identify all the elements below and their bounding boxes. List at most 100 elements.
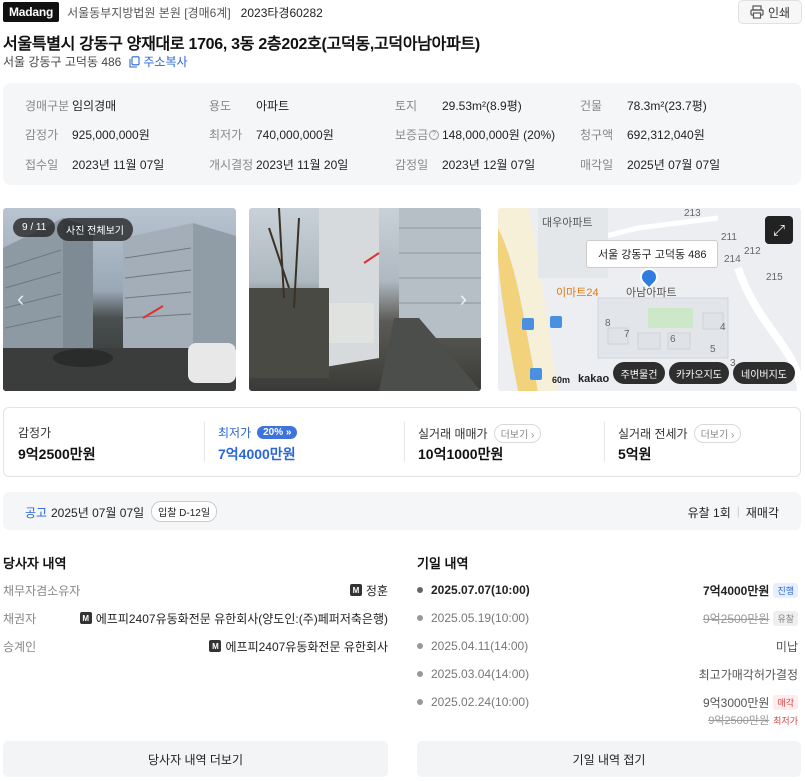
- info-label: 개시결정: [209, 158, 254, 172]
- map-label-6: 6: [670, 334, 676, 345]
- chevron-left-icon[interactable]: ‹: [17, 286, 24, 312]
- map-label-215: 215: [766, 272, 783, 283]
- info-started: 개시결정 2023년 11월 20일: [209, 156, 348, 173]
- help-icon[interactable]: ?: [429, 129, 440, 140]
- party-role: 채무자겸소유자: [3, 583, 81, 598]
- price-value: 10억1000만원: [418, 446, 504, 462]
- info-appraised: 감정일 2023년 12월 07일: [395, 156, 535, 173]
- map-label-213: 213: [684, 208, 701, 219]
- m-badge-icon: M: [209, 640, 222, 652]
- price-value: 7억4000만원: [218, 446, 296, 462]
- map-popup: 서울 강동구 고덕동 486: [586, 240, 719, 268]
- lease-more-button[interactable]: 더보기 ›: [693, 424, 742, 443]
- case-number: 2023타경60282: [240, 5, 323, 20]
- info-label: 접수일: [25, 158, 59, 172]
- dates-title: 기일 내역: [417, 556, 469, 571]
- info-land: 토지 29.53m²(8.9평): [395, 97, 522, 114]
- price-appraisal: 감정가 9억2500만원: [4, 408, 204, 476]
- parties-more-button[interactable]: 당사자 내역 더보기: [3, 741, 388, 777]
- chevron-right-icon[interactable]: ›: [460, 286, 467, 312]
- info-value: 78.3m²(23.7평): [627, 99, 707, 113]
- status-badge: 유찰: [773, 610, 798, 626]
- date-price: 최고가매각허가결정: [698, 667, 798, 682]
- date-price: 미납: [775, 639, 798, 654]
- chevron-right-icon: ›: [730, 430, 735, 441]
- info-value: 692,312,040원: [627, 128, 705, 142]
- info-label: 토지: [395, 99, 418, 113]
- map-scale-label: 60m: [552, 375, 571, 385]
- date-result: 9억3000만원 매각: [703, 694, 798, 711]
- date-sub-result: 9억2500만원 최저가: [708, 712, 798, 728]
- min-percent-text: 20%: [263, 427, 284, 438]
- map-poi-emart: 이마트24: [556, 287, 599, 299]
- info-value: 740,000,000원: [256, 128, 334, 142]
- short-address-row: 서울 강동구 고덕동 486 주소복사: [3, 53, 188, 70]
- kakao-map-button[interactable]: 카카오지도: [669, 362, 729, 384]
- print-button[interactable]: 인쇄: [738, 0, 802, 24]
- date-result: 미납: [776, 638, 798, 655]
- brand-logo[interactable]: Madang: [3, 2, 60, 22]
- bullet-icon: [417, 699, 423, 705]
- date-text: 2025.03.04(14:00): [431, 667, 530, 681]
- naver-map-button[interactable]: 네이버지도: [733, 362, 795, 384]
- info-building: 건물 78.3m²(23.7평): [580, 97, 707, 114]
- map-label-211: 211: [721, 232, 737, 243]
- map-label-4: 4: [720, 322, 726, 333]
- map-label-214: 214: [724, 254, 741, 265]
- fullscreen-icon[interactable]: ⤢: [765, 216, 793, 244]
- nearby-items-button[interactable]: 주변물건: [613, 362, 665, 384]
- map-label-8: 8: [605, 318, 611, 329]
- court-name: 서울동부지방법원 본원 [경매6계]: [67, 5, 231, 20]
- dday-badge: 입찰 D-12일: [151, 501, 218, 522]
- info-sale-date: 매각일 2025년 07월 07일: [580, 156, 720, 173]
- map-label-212: 212: [744, 246, 761, 257]
- date-result: 9억2500만원 유찰: [703, 610, 798, 627]
- dates-fold-button[interactable]: 기일 내역 접기: [417, 741, 801, 777]
- min-percent-badge[interactable]: 20% »: [257, 426, 298, 439]
- date-price: 7억4000만원: [702, 583, 770, 598]
- photo-counter: 9 / 11: [13, 218, 56, 237]
- date-price: 9억3000만원: [702, 695, 770, 710]
- sub-tag: 최저가: [773, 715, 798, 726]
- date-result: 최고가매각허가결정: [699, 666, 798, 683]
- date-text: 2025.02.24(10:00): [431, 695, 530, 709]
- price-label: 실거래 전세가 더보기 ›: [618, 424, 742, 443]
- short-address: 서울 강동구 고덕동 486: [3, 55, 122, 69]
- info-value: 임의경매: [72, 99, 117, 113]
- property-photo-2[interactable]: ›: [249, 208, 481, 391]
- info-value: 2023년 11월 07일: [72, 158, 165, 172]
- info-label: 보증금?: [395, 126, 442, 143]
- info-label: 매각일: [580, 158, 614, 172]
- print-label: 인쇄: [767, 5, 791, 20]
- info-value: 2023년 11월 20일: [256, 158, 349, 172]
- map-brand-label: kakao: [578, 373, 610, 385]
- min-price-label: 최저가: [218, 426, 252, 440]
- bullet-icon: [417, 671, 423, 677]
- info-label: 용도: [209, 99, 232, 113]
- resale-label: 재매각: [745, 506, 779, 520]
- copy-address-button[interactable]: 주소복사: [129, 53, 188, 70]
- date-row: 2025.03.04(14:00) 최고가매각허가결정: [417, 664, 801, 684]
- divider: |: [736, 504, 740, 518]
- date-text: 2025.05.19(10:00): [431, 611, 530, 625]
- fail-count: 유찰 1회: [687, 506, 731, 520]
- more-text: 더보기: [500, 430, 529, 441]
- info-label: 감정일: [395, 158, 429, 172]
- map-poi-daewoo: 대우아파트: [542, 217, 593, 229]
- bus-stop-icon: [522, 318, 534, 330]
- copy-address-label: 주소복사: [143, 55, 188, 69]
- price-label: 실거래 매매가 더보기 ›: [418, 424, 542, 443]
- map-label-7: 7: [624, 329, 630, 340]
- price-trade: 실거래 매매가 더보기 › 10억1000만원: [404, 408, 604, 476]
- property-photo-1[interactable]: 9 / 11 사진 전체보기 ‹: [3, 208, 236, 391]
- price-value: 5억원: [618, 446, 652, 462]
- info-claim: 청구액 692,312,040원: [580, 126, 705, 143]
- map-poi-anam: 아남아파트: [626, 287, 677, 299]
- price-label: 감정가: [18, 426, 52, 440]
- top-bar: Madang 서울동부지방법원 본원 [경매6계] 2023타경60282: [3, 0, 803, 24]
- view-all-photos-button[interactable]: 사진 전체보기: [57, 218, 133, 241]
- info-value: 2025년 07월 07일: [627, 158, 721, 172]
- m-badge-icon: M: [349, 584, 362, 596]
- trade-more-button[interactable]: 더보기 ›: [493, 424, 542, 443]
- m-badge-icon: M: [79, 612, 92, 624]
